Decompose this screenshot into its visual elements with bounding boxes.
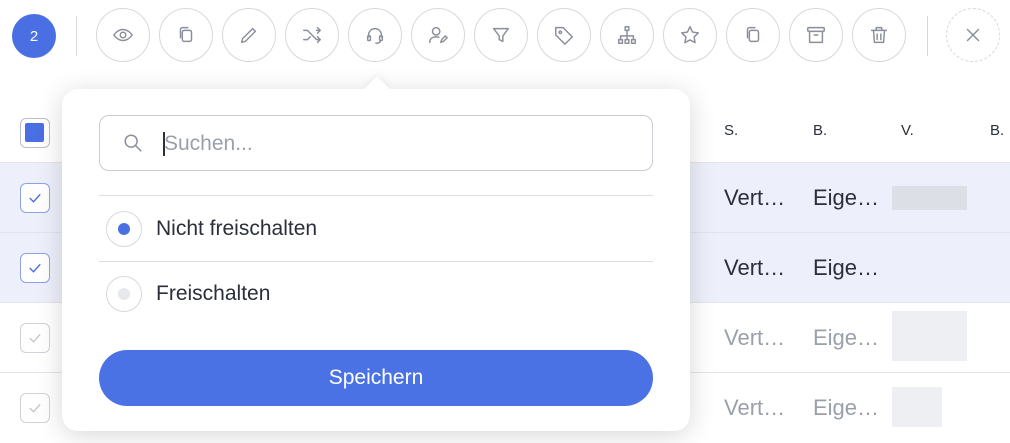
toolbar-divider — [927, 16, 928, 56]
view-button[interactable] — [96, 8, 150, 62]
hierarchy-icon — [618, 26, 636, 44]
copy-icon — [179, 26, 193, 43]
unlock-popover: Nicht freischalten Freischalten Speicher… — [62, 89, 690, 431]
radio-button[interactable] — [106, 211, 142, 247]
column-header[interactable]: B. — [813, 122, 827, 139]
pencil-icon — [240, 27, 257, 44]
table-cell: Eige… — [813, 325, 880, 350]
table-cell: Vert… — [724, 255, 786, 280]
archive-icon — [807, 26, 825, 44]
duplicate-button[interactable] — [726, 8, 780, 62]
filter-icon — [492, 27, 510, 43]
tag-button[interactable] — [537, 8, 591, 62]
table-cell: Vert… — [724, 185, 786, 210]
table-cell: Vert… — [724, 395, 786, 420]
check-icon — [29, 403, 41, 413]
user-edit-icon — [429, 26, 448, 44]
archive-button[interactable] — [789, 8, 843, 62]
table-cell: Vert… — [724, 325, 786, 350]
search-input[interactable] — [162, 126, 636, 162]
option-label: Nicht freischalten — [156, 217, 318, 240]
copy-button[interactable] — [159, 8, 213, 62]
column-header[interactable]: S. — [724, 122, 738, 139]
support-button[interactable] — [348, 8, 402, 62]
filter-button[interactable] — [474, 8, 528, 62]
search-icon — [124, 134, 142, 152]
trash-icon — [870, 26, 888, 44]
check-icon — [29, 333, 41, 343]
table-cell: Eige… — [813, 185, 880, 210]
option-freischalten[interactable]: Freischalten — [106, 274, 270, 314]
column-header[interactable]: B. — [990, 122, 1004, 139]
blurred-cell — [892, 186, 967, 210]
bulk-action-toolbar: 2 — [0, 0, 1010, 72]
blurred-cell — [892, 387, 942, 427]
table-cell: Eige… — [813, 255, 880, 280]
row-checkbox[interactable] — [20, 393, 50, 423]
shuffle-button[interactable] — [285, 8, 339, 62]
row-checkbox[interactable] — [20, 323, 50, 353]
eye-icon — [113, 28, 133, 42]
text-caret — [163, 132, 165, 156]
select-all-checkbox[interactable] — [20, 118, 50, 148]
radio-button[interactable] — [106, 276, 142, 312]
edit-button[interactable] — [222, 8, 276, 62]
search-box[interactable] — [99, 115, 653, 171]
close-toolbar-button[interactable] — [946, 8, 1000, 62]
toolbar-divider — [76, 16, 77, 56]
row-checkbox[interactable] — [20, 253, 50, 283]
option-label: Freischalten — [156, 282, 271, 305]
row-checkbox[interactable] — [20, 183, 50, 213]
column-header[interactable]: V. — [901, 122, 914, 139]
copy-icon — [746, 26, 760, 43]
check-icon — [29, 263, 41, 273]
star-icon — [681, 26, 699, 44]
close-icon — [966, 28, 980, 42]
option-nicht-freischalten[interactable]: Nicht freischalten — [106, 209, 317, 249]
assign-user-button[interactable] — [411, 8, 465, 62]
hierarchy-button[interactable] — [600, 8, 654, 62]
save-button[interactable]: Speichern — [99, 350, 653, 406]
favorite-button[interactable] — [663, 8, 717, 62]
shuffle-icon — [303, 26, 321, 44]
check-icon — [29, 193, 41, 203]
selected-count-badge: 2 — [12, 14, 56, 58]
blurred-cell — [892, 311, 967, 361]
tag-icon — [555, 26, 573, 45]
delete-button[interactable] — [852, 8, 906, 62]
headset-icon — [366, 27, 384, 44]
divider — [99, 195, 653, 196]
divider — [99, 261, 653, 262]
table-cell: Eige… — [813, 395, 880, 420]
